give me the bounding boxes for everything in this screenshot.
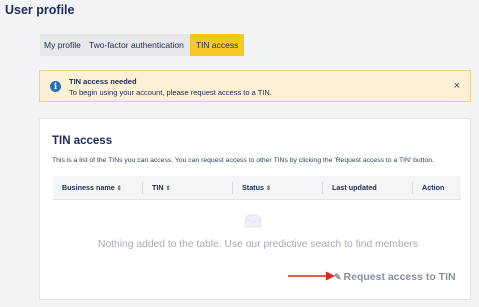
column-header-business-name[interactable]: Business name ⇕ [53,176,122,200]
card-description: This is a list of the TINs you can acces… [52,157,434,164]
column-header-last-updated: Last updated [322,182,377,194]
request-access-label: Request access to TIN [343,271,456,283]
annotation-arrow-icon [288,271,335,281]
tin-access-alert: i TIN access needed To begin using your … [39,70,471,102]
empty-table-message: Nothing added to the table. Use our pred… [98,239,418,250]
info-icon: i [50,81,61,92]
table-header: Business name ⇕ TIN ⇕ Status ⇕ Last updated… [53,176,461,200]
sort-icon: ⇕ [116,186,122,192]
empty-inbox-icon [244,214,262,228]
sort-icon: ⇕ [165,186,171,192]
alert-message: To begin using your account, please requ… [69,88,272,97]
alert-title: TIN access needed [69,77,137,86]
request-access-button[interactable]: ✎ Request access to TIN [334,269,456,285]
profile-tabs: My profile Two-factor authentication TIN… [40,34,245,56]
card-title: TIN access [52,135,113,147]
column-header-status[interactable]: Status ⇕ [232,182,271,194]
column-header-tin[interactable]: TIN ⇕ [142,182,171,194]
sort-icon: ⇕ [265,186,271,192]
column-header-action: Action [412,182,444,194]
tab-two-factor-authentication[interactable]: Two-factor authentication [85,34,188,56]
close-icon[interactable]: × [454,80,460,92]
tin-access-card: TIN access This is a list of the TINs yo… [39,118,471,300]
tab-my-profile[interactable]: My profile [40,34,85,56]
page-title: User profile [5,3,75,17]
tab-tin-access[interactable]: TIN access [189,34,245,56]
